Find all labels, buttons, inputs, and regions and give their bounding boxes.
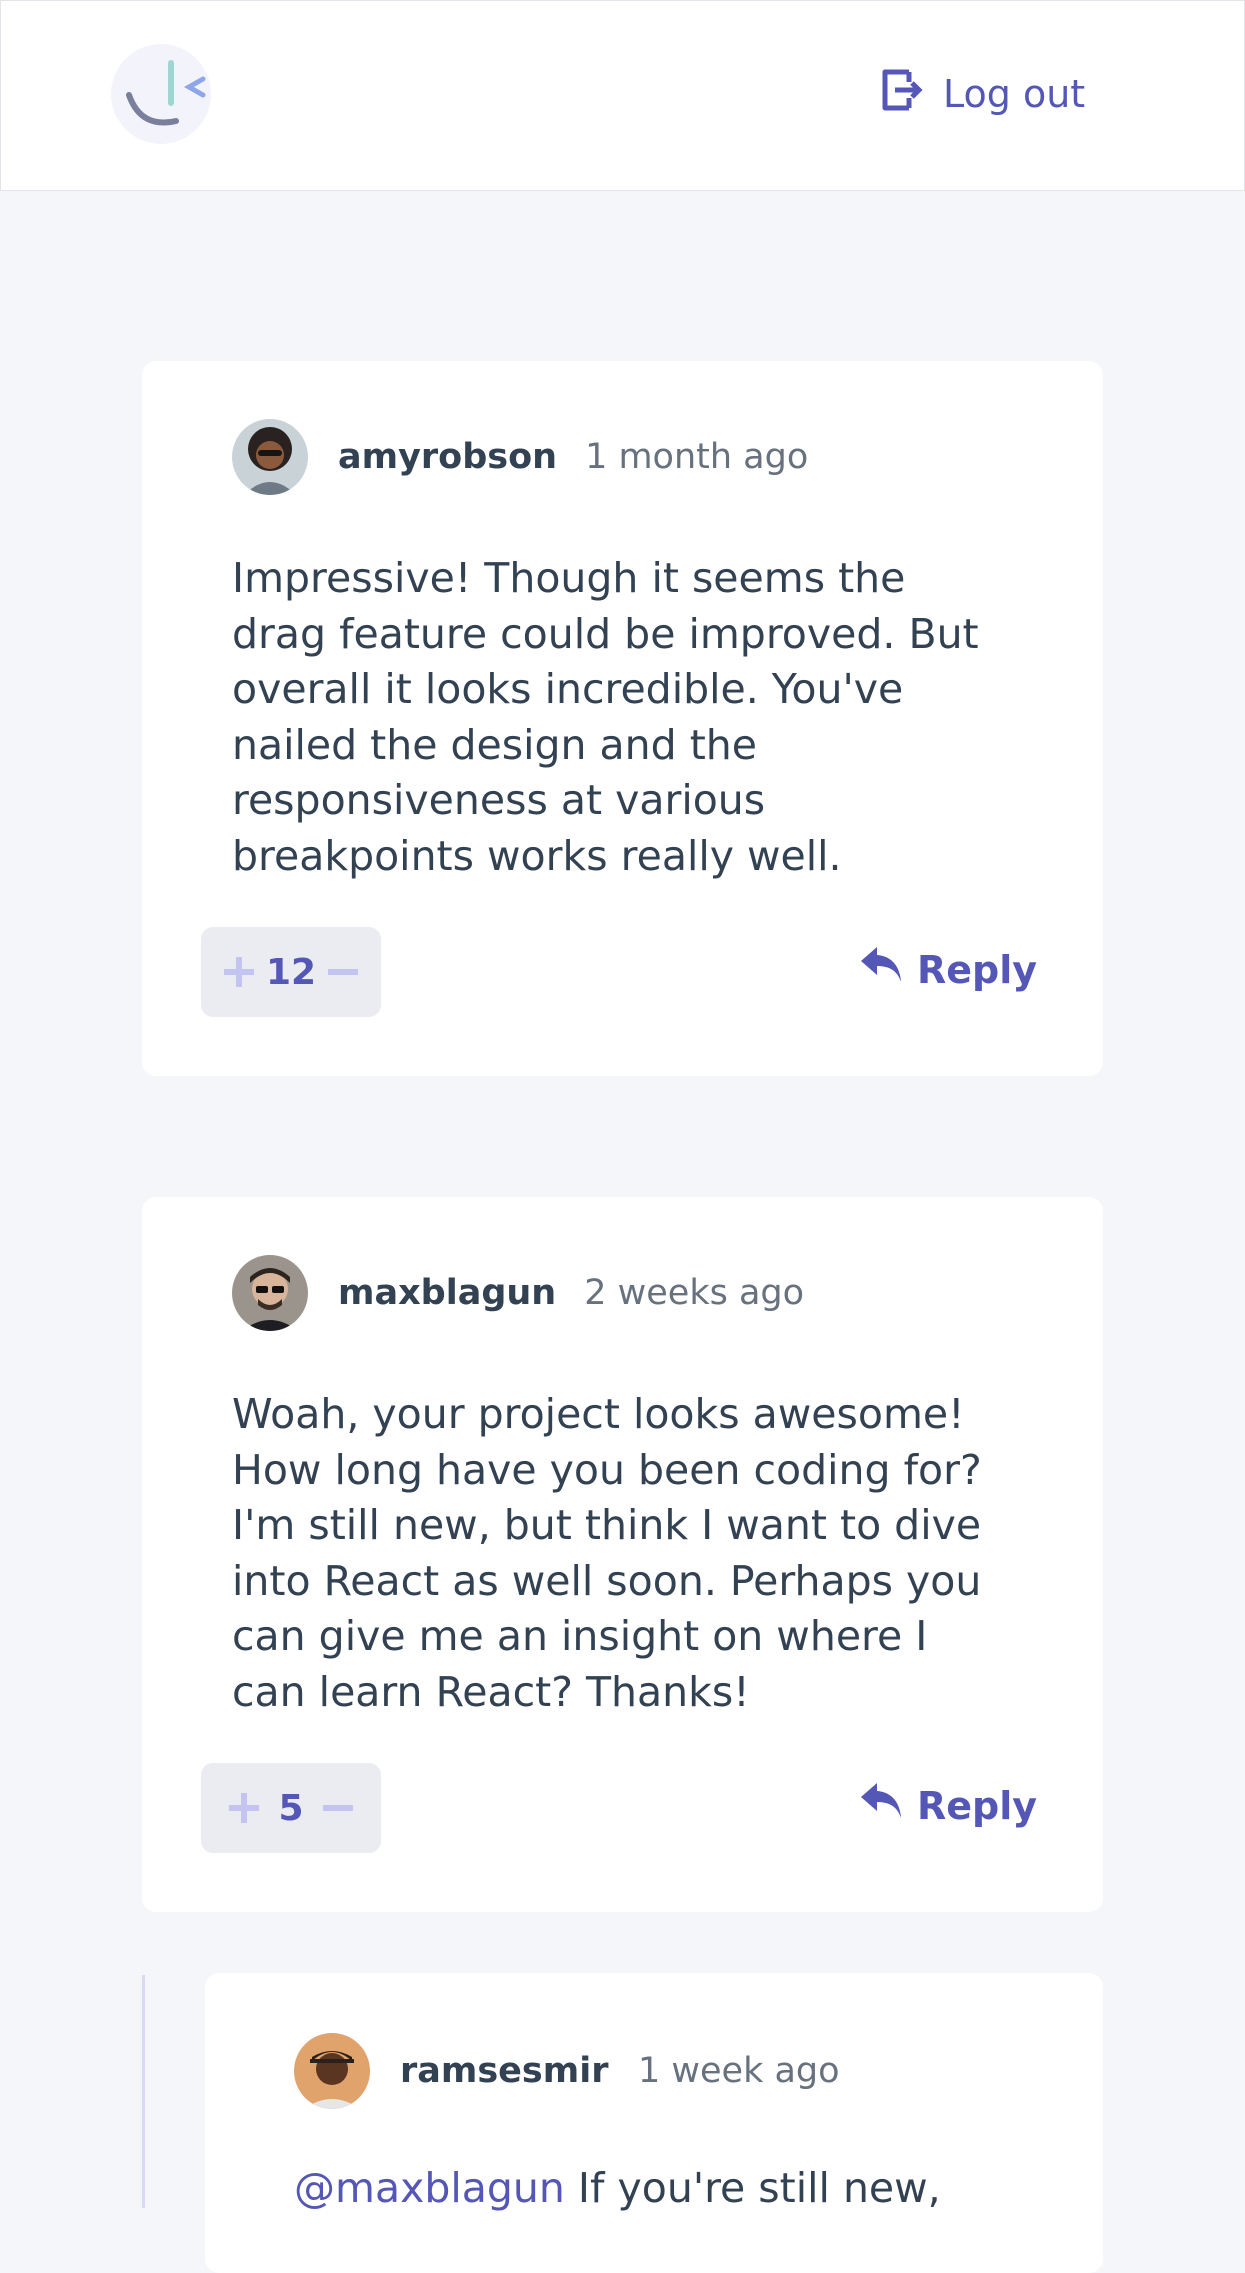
vote-score: 12 <box>265 951 317 993</box>
reply-content: @maxblagun If you're still new, <box>294 2161 994 2217</box>
reply-card: ramsesmiron 1 week ago @maxblagun If you… <box>205 1973 1103 2273</box>
reply-arrow-icon <box>859 945 903 994</box>
vote-score: 5 <box>278 1787 304 1829</box>
reply-button[interactable]: Reply <box>859 945 1037 994</box>
upvote-plus-icon[interactable] <box>227 1791 261 1825</box>
user-avatar[interactable] <box>232 1255 308 1331</box>
reply-label: Reply <box>916 1783 1037 1828</box>
user-avatar[interactable] <box>294 2033 370 2109</box>
vote-control: 5 <box>201 1763 381 1853</box>
vote-control: 12 <box>201 927 381 1017</box>
comment-time: 2 weeks ago <box>584 1273 805 1313</box>
comment-content: Impressive! Though it seems the drag fea… <box>232 554 979 880</box>
comment-content: Woah, your project looks awesome! How lo… <box>232 1390 982 1716</box>
comment-username[interactable]: maxblagun <box>338 1273 556 1313</box>
top-header: Log out <box>0 0 1245 191</box>
comment-username[interactable]: amyrobson <box>338 437 557 477</box>
reply-arrow-icon <box>859 1781 903 1830</box>
reply-username[interactable]: ramsesmiron <box>400 2051 610 2091</box>
comment-card: maxblagun 2 weeks ago Woah, your project… <box>142 1197 1103 1912</box>
user-avatar[interactable] <box>232 419 308 495</box>
reply-thread-line <box>142 1975 145 2208</box>
downvote-minus-icon[interactable] <box>326 955 360 989</box>
smile-logo-icon[interactable] <box>101 29 221 159</box>
reply-time: 1 week ago <box>638 2051 840 2091</box>
upvote-plus-icon[interactable] <box>222 955 256 989</box>
reply-text: If you're still new, <box>577 2164 941 2212</box>
reply-label: Reply <box>916 947 1037 992</box>
comment-card: amyrobson 1 month ago Impressive! Though… <box>142 361 1103 1076</box>
reply-mention-link[interactable]: @maxblagun <box>294 2164 565 2212</box>
comment-time: 1 month ago <box>585 437 809 477</box>
logout-door-icon <box>879 66 923 123</box>
logout-button[interactable]: Log out <box>879 69 1085 119</box>
downvote-minus-icon[interactable] <box>321 1791 355 1825</box>
logout-label: Log out <box>943 72 1086 116</box>
reply-button[interactable]: Reply <box>859 1781 1037 1830</box>
